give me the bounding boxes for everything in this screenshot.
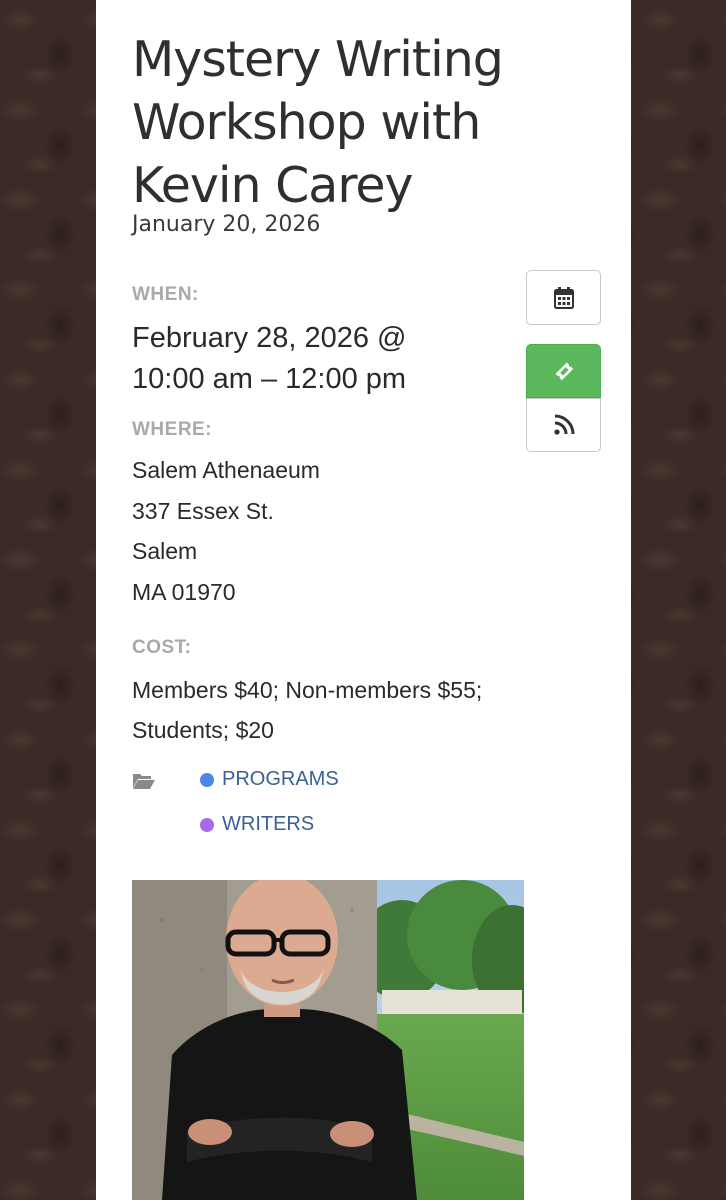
portrait-photo <box>132 880 524 1200</box>
venue-street: 337 Essex St. <box>132 498 274 524</box>
calendar-icon <box>553 286 574 309</box>
venue-name: Salem Athenaeum <box>132 457 320 483</box>
category-label: PROGRAMS <box>222 768 339 790</box>
category-dot <box>200 817 214 832</box>
when-label: WHEN: <box>132 284 199 305</box>
category-dot <box>200 772 214 787</box>
cost-value: Members $40; Non-members $55; Students; … <box>132 677 483 743</box>
folder-open-icon <box>133 774 155 789</box>
event-title: Mystery Writing Workshop with Kevin Care… <box>132 31 504 214</box>
cost-label: COST: <box>132 637 192 658</box>
when-value: February 28, 2026 @ 10:00 am – 12:00 pm <box>132 322 407 395</box>
event-photo <box>132 880 524 1200</box>
category-label: WRITERS <box>222 813 315 835</box>
category-writers-link[interactable]: WRITERS <box>200 813 314 836</box>
add-to-calendar-button[interactable] <box>526 270 601 325</box>
category-programs-link[interactable]: PROGRAMS <box>200 768 339 791</box>
posted-date: January 20, 2026 <box>132 212 321 237</box>
where-label: WHERE: <box>132 419 213 440</box>
ticket-icon <box>555 362 573 381</box>
venue-state-zip: MA 01970 <box>132 579 236 605</box>
event-panel: Mystery Writing Workshop with Kevin Care… <box>96 0 631 1200</box>
buy-tickets-button[interactable] <box>526 344 601 398</box>
rss-icon <box>553 414 574 435</box>
venue-city: Salem <box>132 538 198 564</box>
rss-feed-button[interactable] <box>526 398 601 452</box>
